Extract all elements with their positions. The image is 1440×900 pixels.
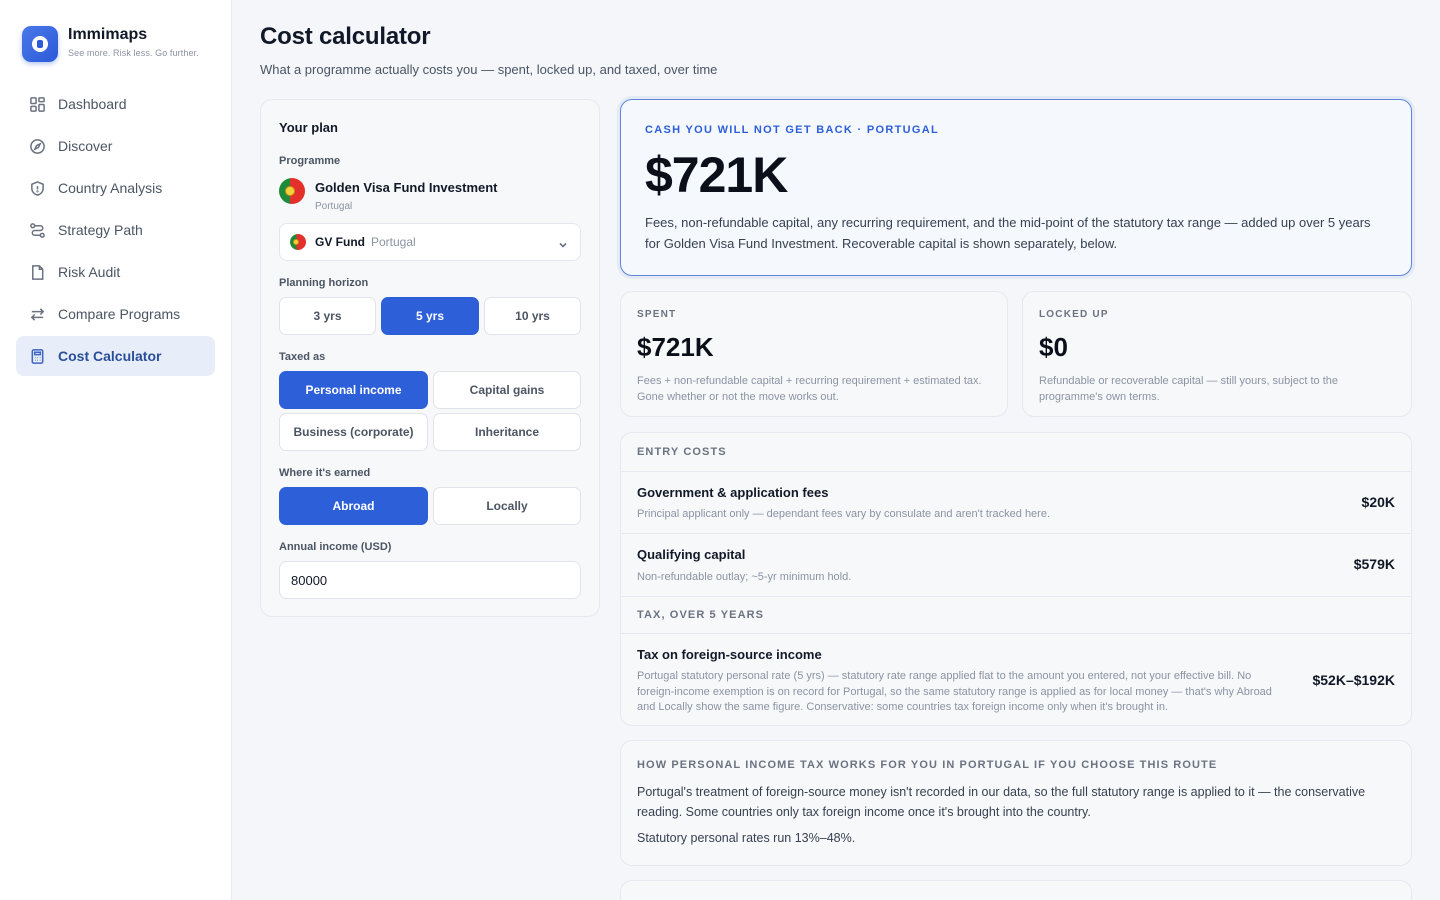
row-description: Principal applicant only — dependant fee… bbox=[637, 508, 1051, 520]
portugal-flag-icon bbox=[290, 234, 306, 250]
programme-label: Programme bbox=[279, 155, 341, 167]
row-value: $579K bbox=[1353, 556, 1395, 572]
brand[interactable]: Immimaps See more. Risk less. Go further… bbox=[22, 26, 199, 62]
earned-label: Where it's earned bbox=[279, 467, 371, 479]
programme-summary: Golden Visa Fund Investment Portugal bbox=[279, 178, 498, 212]
divider bbox=[621, 596, 1411, 597]
spent-label: SPENT bbox=[637, 309, 677, 320]
taxed-option-capital-gains[interactable]: Capital gains bbox=[433, 371, 581, 409]
horizon-option-10-yrs[interactable]: 10 yrs bbox=[484, 297, 581, 335]
next-card bbox=[620, 880, 1412, 900]
sidebar-item-label: Cost Calculator bbox=[58, 348, 162, 364]
locked-label: LOCKED UP bbox=[1039, 309, 1109, 320]
programme-name: Golden Visa Fund Investment bbox=[315, 180, 498, 195]
hero-description: Fees, non-refundable capital, any recurr… bbox=[645, 215, 1371, 251]
horizon-option-5-yrs[interactable]: 5 yrs bbox=[381, 297, 479, 335]
row-description: Non-refundable outlay; ~5-yr minimum hol… bbox=[637, 571, 852, 583]
select-programme-country: Portugal bbox=[371, 235, 416, 249]
tax-explainer-card: HOW PERSONAL INCOME TAX WORKS FOR YOU IN… bbox=[620, 740, 1412, 866]
row-value: $52K–$192K bbox=[1312, 672, 1395, 688]
unrecoverable-cost-card: CASH YOU WILL NOT GET BACK · PORTUGAL $7… bbox=[620, 99, 1412, 276]
sidebar-item-cost-calculator[interactable]: Cost Calculator bbox=[16, 336, 215, 376]
programme-select[interactable]: GV Fund Portugal bbox=[279, 223, 581, 261]
shield-icon bbox=[28, 179, 46, 197]
annual-income-input[interactable] bbox=[279, 561, 581, 599]
sidebar-item-risk-audit[interactable]: Risk Audit bbox=[16, 252, 215, 292]
explainer-header: HOW PERSONAL INCOME TAX WORKS FOR YOU IN… bbox=[637, 759, 1218, 771]
divider bbox=[621, 633, 1411, 634]
dashboard-icon bbox=[28, 95, 46, 113]
row-title: Government & application fees bbox=[637, 485, 829, 500]
sidebar-item-strategy-path[interactable]: Strategy Path bbox=[16, 210, 215, 250]
sidebar-nav: Dashboard Discover Country Analysis Stra… bbox=[16, 84, 215, 378]
taxed-option-business[interactable]: Business (corporate) bbox=[279, 413, 428, 451]
income-label: Annual income (USD) bbox=[279, 541, 392, 553]
divider bbox=[621, 533, 1411, 534]
hero-amount: $721K bbox=[645, 147, 788, 203]
locked-description: Refundable or recoverable capital — stil… bbox=[1039, 375, 1338, 403]
portugal-flag-icon bbox=[279, 178, 305, 204]
taxed-option-inheritance[interactable]: Inheritance bbox=[433, 413, 581, 451]
calculator-icon bbox=[28, 347, 46, 365]
tax-header: TAX, OVER 5 YEARS bbox=[637, 609, 765, 621]
taxed-as-label: Taxed as bbox=[279, 351, 326, 363]
swap-icon bbox=[28, 305, 46, 323]
taxed-option-personal-income[interactable]: Personal income bbox=[279, 371, 428, 409]
earned-option-locally[interactable]: Locally bbox=[433, 487, 581, 525]
row-title: Tax on foreign-source income bbox=[637, 647, 822, 662]
programme-country: Portugal bbox=[315, 201, 353, 212]
plan-title: Your plan bbox=[279, 120, 338, 135]
page-subtitle: What a programme actually costs you — sp… bbox=[260, 62, 718, 77]
spent-description: Fees + non-refundable capital + recurrin… bbox=[637, 375, 982, 403]
sidebar-item-label: Compare Programs bbox=[58, 306, 181, 322]
brand-logo-icon bbox=[22, 26, 58, 62]
entry-costs-header: ENTRY COSTS bbox=[637, 446, 727, 458]
explainer-paragraph: Portugal's treatment of foreign-source m… bbox=[637, 785, 1366, 819]
locked-amount: $0 bbox=[1039, 332, 1068, 362]
explainer-rates: Statutory personal rates run 13%–48%. bbox=[637, 831, 856, 845]
brand-name: Immimaps bbox=[68, 26, 148, 43]
sidebar: Immimaps See more. Risk less. Go further… bbox=[0, 0, 232, 900]
horizon-label: Planning horizon bbox=[279, 277, 369, 289]
spent-amount: $721K bbox=[637, 332, 714, 362]
cost-breakdown: ENTRY COSTS Government & application fee… bbox=[620, 432, 1412, 726]
sidebar-item-dashboard[interactable]: Dashboard bbox=[16, 84, 215, 124]
plan-panel: Your plan Programme Golden Visa Fund Inv… bbox=[260, 99, 600, 617]
sidebar-item-label: Risk Audit bbox=[58, 264, 121, 280]
earned-option-abroad[interactable]: Abroad bbox=[279, 487, 428, 525]
route-icon bbox=[28, 221, 46, 239]
sidebar-item-label: Dashboard bbox=[58, 96, 127, 112]
row-description: Portugal statutory personal rate (5 yrs)… bbox=[637, 670, 1272, 713]
row-title: Qualifying capital bbox=[637, 547, 746, 562]
sidebar-item-label: Country Analysis bbox=[58, 180, 163, 196]
sidebar-item-discover[interactable]: Discover bbox=[16, 126, 215, 166]
divider bbox=[621, 471, 1411, 472]
locked-up-card: LOCKED UP $0 Refundable or recoverable c… bbox=[1022, 291, 1412, 417]
sidebar-item-label: Discover bbox=[58, 138, 113, 154]
horizon-option-3-yrs[interactable]: 3 yrs bbox=[279, 297, 376, 335]
row-value: $20K bbox=[1361, 494, 1395, 510]
spent-card: SPENT $721K Fees + non-refundable capita… bbox=[620, 291, 1008, 417]
hero-kicker: CASH YOU WILL NOT GET BACK · PORTUGAL bbox=[645, 124, 939, 136]
sidebar-item-label: Strategy Path bbox=[58, 222, 143, 238]
document-icon bbox=[28, 263, 46, 281]
page-title: Cost calculator bbox=[260, 23, 431, 50]
brand-tagline: See more. Risk less. Go further. bbox=[68, 48, 199, 58]
chevron-down-icon bbox=[558, 237, 568, 248]
sidebar-item-country-analysis[interactable]: Country Analysis bbox=[16, 168, 215, 208]
sidebar-item-compare-programs[interactable]: Compare Programs bbox=[16, 294, 215, 334]
compass-icon bbox=[28, 137, 46, 155]
select-programme-name: GV Fund bbox=[315, 235, 365, 249]
